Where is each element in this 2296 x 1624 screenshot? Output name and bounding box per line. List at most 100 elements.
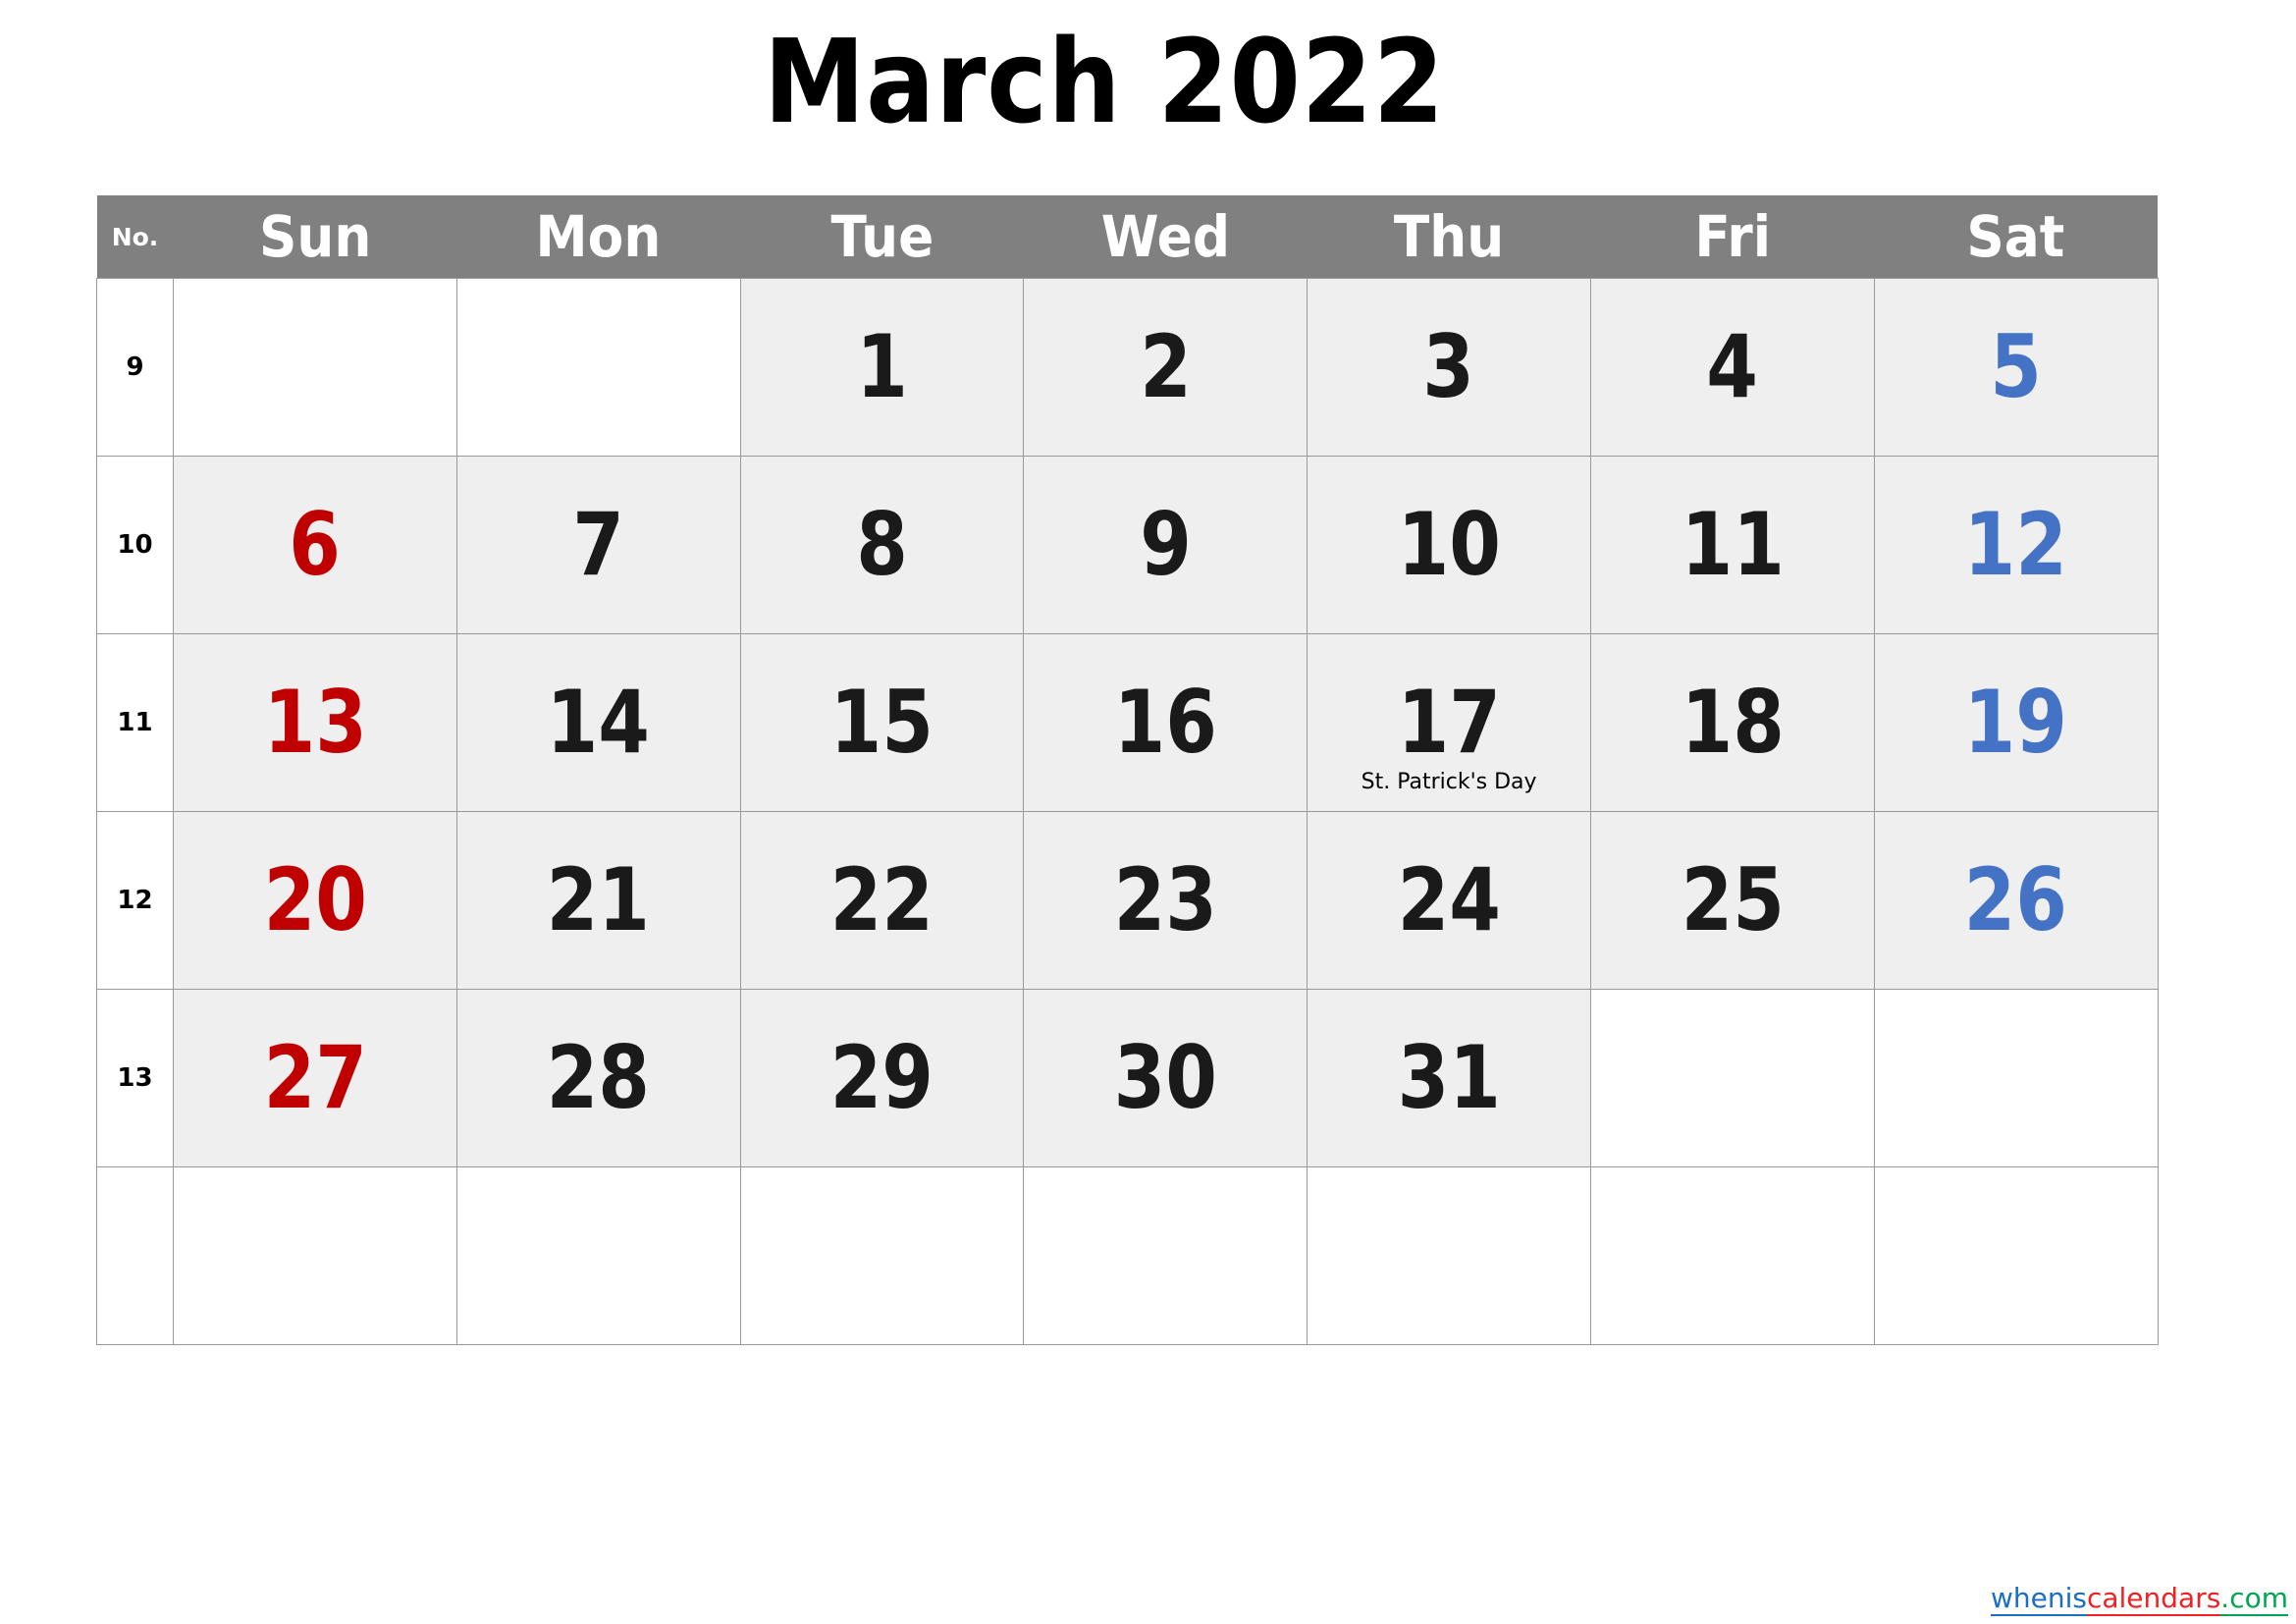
day-cell[interactable]: 11 bbox=[1589, 456, 1875, 634]
day-cell-inner bbox=[457, 1167, 740, 1344]
holiday-label: St. Patrick's Day bbox=[1361, 770, 1537, 794]
day-cell-empty bbox=[173, 1166, 457, 1345]
day-number: 23 bbox=[1113, 849, 1217, 950]
week-number-cell: 11 bbox=[96, 633, 174, 812]
day-cell[interactable]: 25 bbox=[1589, 811, 1875, 990]
day-cell[interactable]: 12 bbox=[1873, 456, 2159, 634]
day-cell-inner: 14 bbox=[457, 634, 740, 811]
day-cell-inner: 9 bbox=[1024, 457, 1307, 633]
day-cell[interactable]: 28 bbox=[455, 989, 741, 1167]
header-day-sun: Sun bbox=[173, 195, 457, 279]
day-cell-inner bbox=[1591, 1167, 1874, 1344]
day-cell-inner: 5 bbox=[1875, 279, 2158, 456]
day-cell-inner: 8 bbox=[741, 457, 1024, 633]
day-cell[interactable]: 3 bbox=[1307, 278, 1591, 457]
day-cell[interactable]: 15 bbox=[739, 633, 1025, 812]
day-number: 17 bbox=[1397, 672, 1501, 773]
day-cell[interactable]: 19 bbox=[1873, 633, 2159, 812]
day-cell-empty bbox=[1023, 1166, 1308, 1345]
day-cell-inner: 16 bbox=[1024, 634, 1307, 811]
day-cell-inner: 28 bbox=[457, 990, 740, 1166]
week-number-cell: 10 bbox=[96, 456, 174, 634]
day-cell-inner bbox=[741, 1167, 1024, 1344]
calendar-page: March 2022 No. Sun Mon Tue Wed Thu Fri Sat 9123… bbox=[0, 0, 2296, 1624]
header-day-label: Sat bbox=[1966, 203, 2065, 270]
day-cell-inner: 7 bbox=[457, 457, 740, 633]
day-cell[interactable]: 14 bbox=[455, 633, 741, 812]
day-cell[interactable]: 13 bbox=[173, 633, 457, 812]
week-number-cell: 9 bbox=[96, 278, 174, 457]
header-day-tue: Tue bbox=[740, 195, 1024, 279]
day-number: 14 bbox=[547, 672, 651, 773]
day-cell[interactable]: 26 bbox=[1873, 811, 2159, 990]
day-number: 18 bbox=[1681, 672, 1785, 773]
day-cell[interactable]: 4 bbox=[1589, 278, 1875, 457]
day-cell[interactable]: 24 bbox=[1307, 811, 1591, 990]
day-number: 9 bbox=[1139, 494, 1192, 595]
day-number: 5 bbox=[1990, 316, 2043, 417]
day-cell[interactable]: 10 bbox=[1307, 456, 1591, 634]
calendar-week-row: 10 6 7 8 9 10 11 12 bbox=[96, 456, 2159, 634]
day-number: 19 bbox=[1964, 672, 2068, 773]
day-number: 7 bbox=[572, 494, 625, 595]
day-cell[interactable]: 20 bbox=[173, 811, 457, 990]
day-number: 28 bbox=[547, 1027, 651, 1128]
day-cell-inner bbox=[1308, 1167, 1590, 1344]
day-cell[interactable]: 9 bbox=[1023, 456, 1308, 634]
watermark-link[interactable]: wheniscalendars.com bbox=[1990, 1582, 2288, 1616]
day-cell[interactable]: 23 bbox=[1023, 811, 1308, 990]
day-cell[interactable]: 29 bbox=[739, 989, 1025, 1167]
header-day-thu: Thu bbox=[1307, 195, 1591, 279]
day-cell-inner: 3 bbox=[1308, 279, 1590, 456]
watermark-part-com: .com bbox=[2220, 1582, 2288, 1616]
day-cell[interactable]: 21 bbox=[455, 811, 741, 990]
day-cell[interactable]: 6 bbox=[173, 456, 457, 634]
day-cell-empty bbox=[455, 278, 741, 457]
day-cell[interactable]: 1 bbox=[739, 278, 1025, 457]
day-cell-empty bbox=[1589, 1166, 1875, 1345]
day-cell[interactable]: 22 bbox=[739, 811, 1025, 990]
day-cell[interactable]: 8 bbox=[739, 456, 1025, 634]
day-cell-empty bbox=[1873, 989, 2159, 1167]
day-number: 25 bbox=[1681, 849, 1785, 950]
day-cell[interactable]: 17 St. Patrick's Day bbox=[1307, 633, 1591, 812]
day-number: 16 bbox=[1113, 672, 1217, 773]
day-cell-empty bbox=[739, 1166, 1025, 1345]
day-cell-inner bbox=[457, 279, 740, 456]
header-day-fri: Fri bbox=[1590, 195, 1875, 279]
calendar-grid: No. Sun Mon Tue Wed Thu Fri Sat 9 1 2 3 4 5 10 6 7 8 9 10 1… bbox=[96, 195, 2159, 1345]
day-number: 24 bbox=[1397, 849, 1501, 950]
day-number: 11 bbox=[1681, 494, 1785, 595]
day-number: 27 bbox=[263, 1027, 367, 1128]
day-cell-inner: 12 bbox=[1875, 457, 2158, 633]
day-cell-inner: 20 bbox=[174, 812, 456, 989]
day-cell[interactable]: 16 bbox=[1023, 633, 1308, 812]
day-cell[interactable]: 2 bbox=[1023, 278, 1308, 457]
day-number: 6 bbox=[289, 494, 342, 595]
watermark-part-calendars: calendars bbox=[2086, 1582, 2221, 1616]
watermark-part-whenis: whenis bbox=[1990, 1582, 2087, 1616]
day-cell-inner: 17 St. Patrick's Day bbox=[1308, 634, 1590, 811]
day-cell[interactable]: 30 bbox=[1023, 989, 1308, 1167]
day-cell-inner bbox=[1591, 990, 1874, 1166]
day-number: 29 bbox=[829, 1027, 934, 1128]
week-number-cell bbox=[96, 1166, 174, 1345]
day-cell-inner: 10 bbox=[1308, 457, 1590, 633]
day-cell[interactable]: 27 bbox=[173, 989, 457, 1167]
day-cell-inner: 4 bbox=[1591, 279, 1874, 456]
day-cell[interactable]: 18 bbox=[1589, 633, 1875, 812]
day-number: 3 bbox=[1422, 316, 1475, 417]
day-cell[interactable]: 31 bbox=[1307, 989, 1591, 1167]
day-cell-inner: 26 bbox=[1875, 812, 2158, 989]
day-cell-inner bbox=[174, 1167, 456, 1344]
day-cell-inner bbox=[1024, 1167, 1307, 1344]
day-cell-inner bbox=[174, 279, 456, 456]
day-cell[interactable]: 7 bbox=[455, 456, 741, 634]
day-cell-inner: 2 bbox=[1024, 279, 1307, 456]
day-cell[interactable]: 5 bbox=[1873, 278, 2159, 457]
calendar-week-row: 12 20 21 22 23 24 25 26 bbox=[96, 811, 2159, 990]
day-cell-inner: 30 bbox=[1024, 990, 1307, 1166]
header-day-label: Tue bbox=[830, 203, 934, 270]
day-cell-inner bbox=[1875, 1167, 2158, 1344]
day-number: 26 bbox=[1964, 849, 2068, 950]
